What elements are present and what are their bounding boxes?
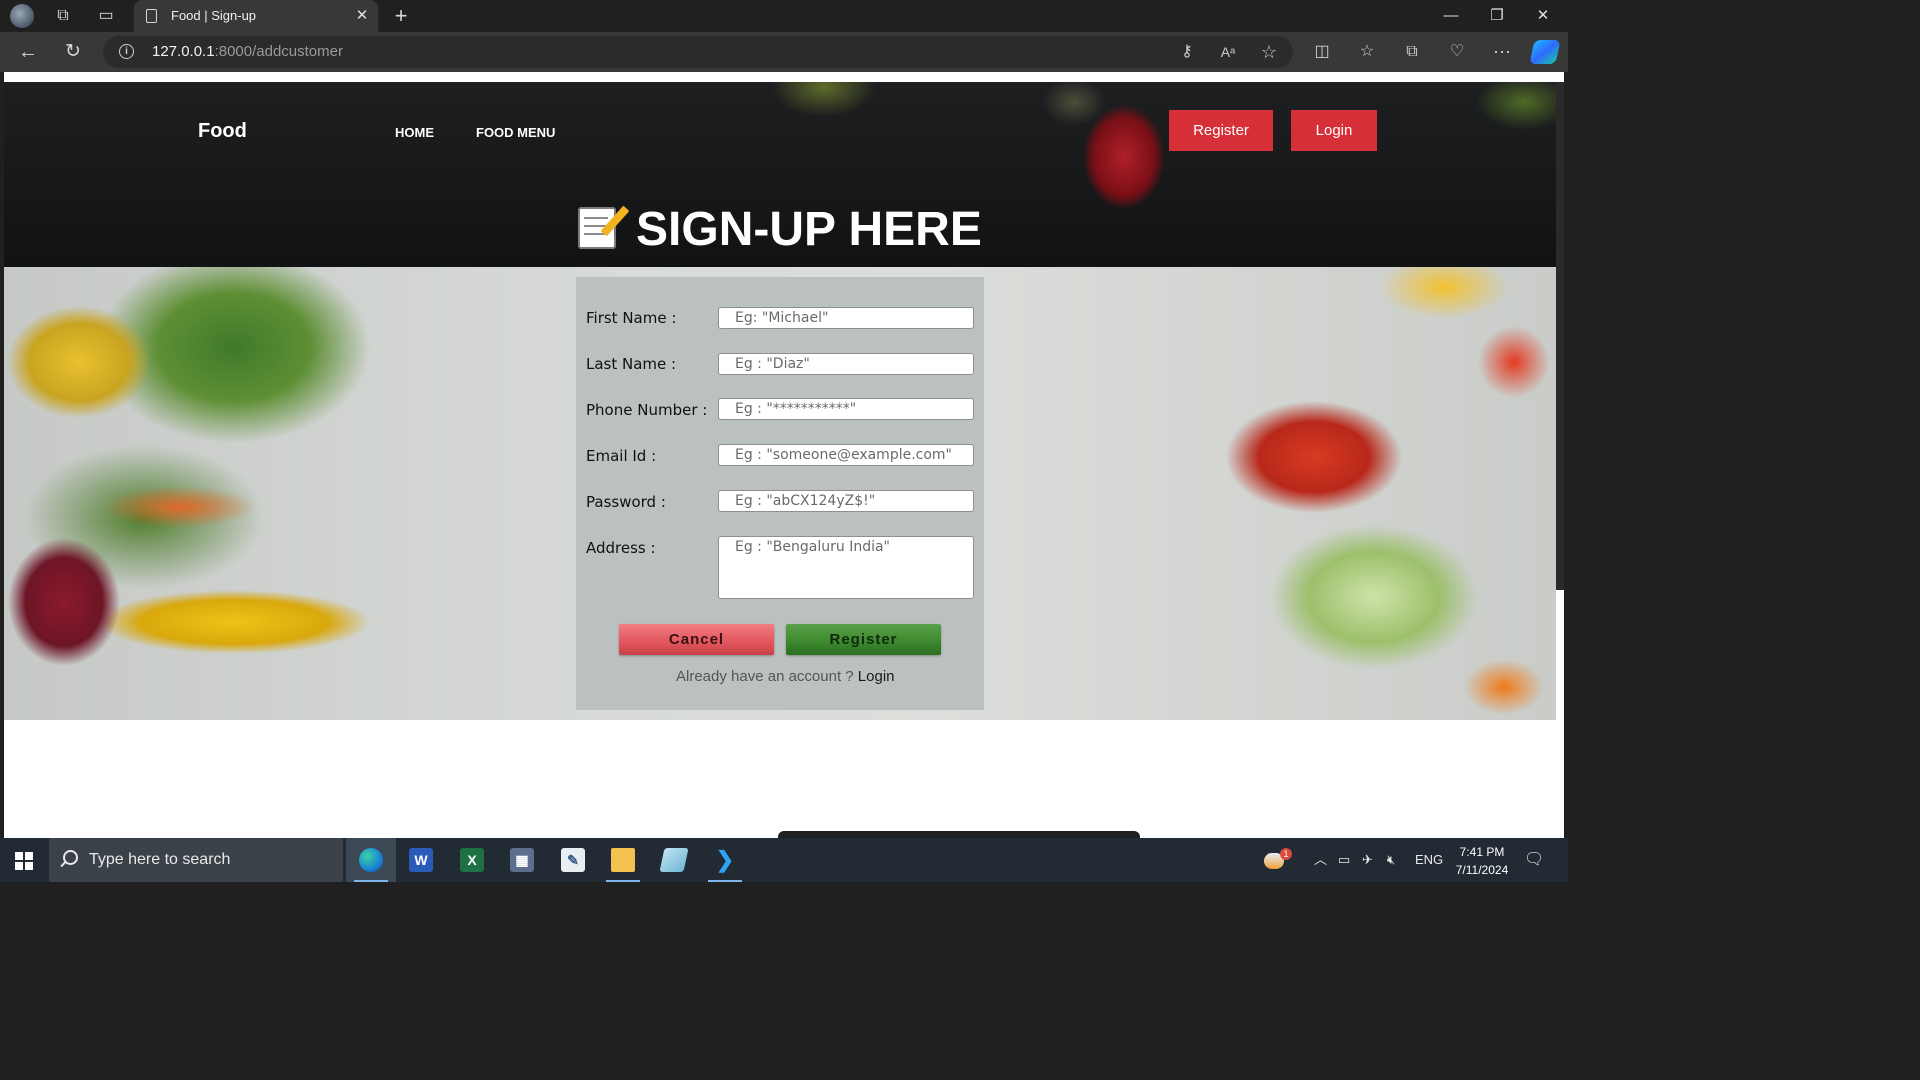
hero-header: Food HOME FOOD MENU Register Login SIGN-… [4, 82, 1556, 267]
clock-date: 7/11/2024 [1455, 863, 1509, 877]
floating-bar [778, 831, 1140, 838]
nav-home[interactable]: HOME [395, 125, 434, 140]
favorites-icon[interactable]: ☆ [1353, 36, 1381, 68]
notepad-taskbar-icon[interactable] [649, 838, 699, 882]
site-info-icon[interactable]: i [119, 44, 134, 59]
clock[interactable]: 7:41 PM 7/11/2024 [1450, 843, 1514, 879]
excel-taskbar-icon[interactable]: X [447, 838, 497, 882]
password-input[interactable] [718, 490, 974, 512]
login-link[interactable]: Login [858, 668, 895, 685]
tab-active[interactable]: Food | Sign-up ✕ [134, 0, 378, 32]
login-prompt: Already have an account ? Login [676, 668, 895, 685]
weather-icon[interactable]: 1 [1264, 838, 1292, 882]
calculator-taskbar-icon[interactable]: ▦ [497, 838, 547, 882]
windows-taskbar: Type here to search W X ▦ ✎ ❯ 1 ︿ ▭ ✈ 🔇︎… [0, 838, 1568, 882]
new-tab-icon[interactable]: + [387, 0, 415, 32]
header-register-button[interactable]: Register [1169, 110, 1273, 151]
restore-icon[interactable]: ❐ [1474, 0, 1520, 32]
search-icon [63, 850, 78, 865]
word-taskbar-icon[interactable]: W [396, 838, 446, 882]
edge-taskbar-icon[interactable] [346, 838, 396, 882]
page-top-margin [4, 72, 1564, 82]
address-label: Address : [586, 539, 656, 557]
phone-number-label: Phone Number : [586, 401, 708, 419]
close-window-icon[interactable]: ✕ [1520, 0, 1566, 32]
url-text[interactable]: 127.0.0.1:8000/addcustomer [152, 36, 343, 68]
back-icon[interactable]: ← [14, 36, 42, 68]
language-indicator[interactable]: ENG [1415, 838, 1443, 882]
brand-logo[interactable]: Food [198, 120, 247, 143]
whiteboard-taskbar-icon[interactable]: ✎ [548, 838, 598, 882]
favorite-star-icon[interactable]: ☆ [1255, 36, 1283, 68]
more-menu-icon[interactable]: ⋯ [1488, 36, 1516, 68]
signup-form: First Name : Last Name : Phone Number : … [576, 277, 984, 710]
tab-close-icon[interactable]: ✕ [354, 0, 370, 32]
browser-tab-strip: ⧉ ▭ Food | Sign-up ✕ + — ❐ ✕ [0, 0, 1568, 32]
nav-food-menu[interactable]: FOOD MENU [476, 125, 555, 140]
tab-actions-icon[interactable]: ▭ [92, 0, 120, 32]
first-name-label: First Name : [586, 309, 677, 327]
browser-essentials-icon[interactable]: ♡ [1443, 36, 1471, 68]
password-key-icon[interactable]: ⚷ [1173, 36, 1201, 68]
collections-icon[interactable]: ⧉ [1398, 36, 1426, 68]
phone-number-input[interactable] [718, 398, 974, 420]
email-label: Email Id : [586, 447, 657, 465]
refresh-icon[interactable]: ↻ [59, 36, 87, 68]
page-title: SIGN-UP HERE [576, 200, 996, 260]
tab-title: Food | Sign-up [171, 8, 257, 23]
login-prompt-text: Already have an account ? [676, 668, 858, 685]
clock-time: 7:41 PM [1459, 845, 1505, 859]
split-screen-icon[interactable]: ◫ [1308, 36, 1336, 68]
last-name-input[interactable] [718, 353, 974, 375]
address-bar[interactable]: i 127.0.0.1:8000/addcustomer [103, 36, 1293, 68]
memo-icon [576, 203, 630, 251]
vscode-taskbar-icon[interactable]: ❯ [700, 838, 750, 882]
cancel-button[interactable]: Cancel [619, 624, 774, 655]
network-icon[interactable]: ✈ [1362, 838, 1373, 882]
battery-icon[interactable]: ▭ [1338, 838, 1350, 882]
page-scrollbar[interactable] [1556, 82, 1564, 590]
page-footer-area [4, 720, 1556, 838]
page-title-text: SIGN-UP HERE [636, 203, 982, 256]
weather-badge: 1 [1280, 848, 1292, 860]
address-textarea[interactable] [718, 536, 974, 599]
page-viewport: Food HOME FOOD MENU Register Login SIGN-… [4, 72, 1564, 838]
first-name-input[interactable] [718, 307, 974, 329]
file-explorer-taskbar-icon[interactable] [598, 838, 648, 882]
volume-mute-icon[interactable]: 🔇︎ [1387, 838, 1395, 882]
notifications-icon[interactable]: 🗨︎ [1524, 838, 1544, 882]
last-name-label: Last Name : [586, 355, 677, 373]
header-login-button[interactable]: Login [1291, 110, 1377, 151]
taskbar-search[interactable]: Type here to search [49, 838, 343, 882]
windows-start-icon[interactable] [15, 852, 33, 870]
minimize-icon[interactable]: — [1428, 0, 1474, 32]
register-submit-button[interactable]: Register [786, 624, 941, 655]
password-label: Password : [586, 493, 666, 511]
profile-avatar[interactable] [10, 4, 34, 28]
search-placeholder: Type here to search [89, 851, 231, 868]
chevron-up-icon[interactable]: ︿ [1314, 838, 1327, 882]
workspaces-icon[interactable]: ⧉ [49, 0, 77, 32]
email-input[interactable] [718, 444, 974, 466]
read-aloud-icon[interactable]: Aᵃ [1214, 36, 1242, 68]
page-icon [146, 9, 157, 23]
